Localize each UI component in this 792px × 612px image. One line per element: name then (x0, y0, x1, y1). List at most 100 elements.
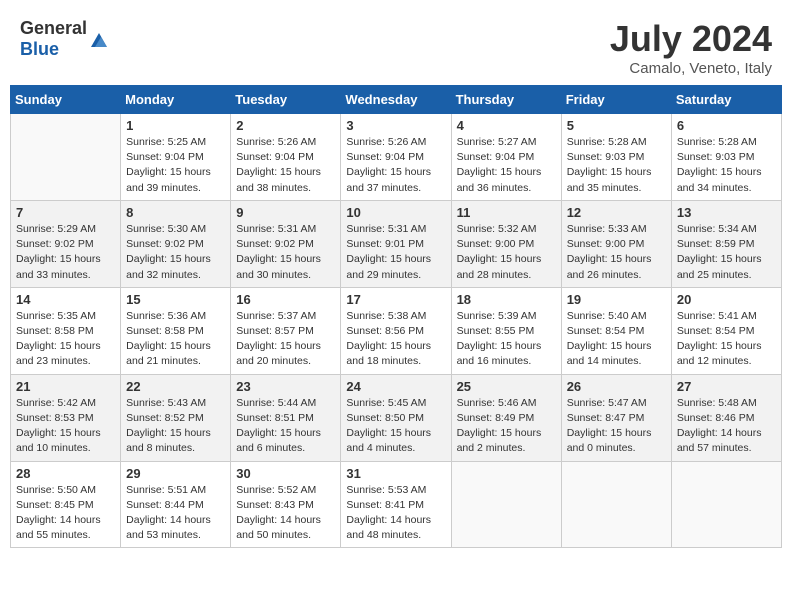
day-info: Sunrise: 5:29 AM Sunset: 9:02 PM Dayligh… (16, 222, 115, 283)
day-info: Sunrise: 5:46 AM Sunset: 8:49 PM Dayligh… (457, 396, 556, 457)
logo: General Blue (20, 18, 109, 60)
day-info: Sunrise: 5:26 AM Sunset: 9:04 PM Dayligh… (346, 135, 445, 196)
calendar-cell: 12Sunrise: 5:33 AM Sunset: 9:00 PM Dayli… (561, 200, 671, 287)
calendar-cell: 24 Sunrise: 5:45 AM Sunset: 8:50 PM Dayli… (341, 374, 451, 461)
day-info: Sunrise: 5:28 AM Sunset: 9:03 PM Dayligh… (567, 135, 666, 196)
calendar-cell: 13Sunrise: 5:34 AM Sunset: 8:59 PM Dayli… (671, 200, 781, 287)
day-number: 2 (236, 118, 335, 133)
day-info: Sunrise: 5:25 AM Sunset: 9:04 PM Dayligh… (126, 135, 225, 196)
day-info: Sunrise: 5:34 AM Sunset: 8:59 PM Dayligh… (677, 222, 776, 283)
day-number: 11 (457, 205, 556, 220)
day-number: 25 (457, 379, 556, 394)
weekday-header-saturday: Saturday (671, 86, 781, 114)
calendar-cell: 28 Sunrise: 5:50 AM Sunset: 8:45 PM Dayli… (11, 461, 121, 548)
day-number: 14 (16, 292, 115, 307)
day-info: Sunrise: 5:35 AM Sunset: 8:58 PM Dayligh… (16, 309, 115, 370)
calendar-cell (561, 461, 671, 548)
day-number: 22 (126, 379, 225, 394)
weekday-header-tuesday: Tuesday (231, 86, 341, 114)
calendar-cell: 31Sunrise: 5:53 AM Sunset: 8:41 PM Dayli… (341, 461, 451, 548)
calendar-cell: 11 Sunrise: 5:32 AM Sunset: 9:00 PM Dayli… (451, 200, 561, 287)
day-info: Sunrise: 5:47 AM Sunset: 8:47 PM Dayligh… (567, 396, 666, 457)
day-number: 15 (126, 292, 225, 307)
calendar-cell: 26 Sunrise: 5:47 AM Sunset: 8:47 PM Dayli… (561, 374, 671, 461)
calendar-week-row: 14 Sunrise: 5:35 AM Sunset: 8:58 PM Dayli… (11, 287, 782, 374)
calendar-cell: 2 Sunrise: 5:26 AM Sunset: 9:04 PM Daylig… (231, 114, 341, 201)
calendar-cell: 17 Sunrise: 5:38 AM Sunset: 8:56 PM Dayli… (341, 287, 451, 374)
calendar-week-row: 21 Sunrise: 5:42 AM Sunset: 8:53 PM Dayli… (11, 374, 782, 461)
calendar-cell: 9Sunrise: 5:31 AM Sunset: 9:02 PM Daylig… (231, 200, 341, 287)
day-info: Sunrise: 5:42 AM Sunset: 8:53 PM Dayligh… (16, 396, 115, 457)
day-info: Sunrise: 5:41 AM Sunset: 8:54 PM Dayligh… (677, 309, 776, 370)
day-number: 29 (126, 466, 225, 481)
day-info: Sunrise: 5:26 AM Sunset: 9:04 PM Dayligh… (236, 135, 335, 196)
month-title: July 2024 (610, 18, 772, 60)
calendar-table: SundayMondayTuesdayWednesdayThursdayFrid… (10, 85, 782, 548)
day-number: 12 (567, 205, 666, 220)
calendar-cell (451, 461, 561, 548)
day-number: 17 (346, 292, 445, 307)
day-info: Sunrise: 5:38 AM Sunset: 8:56 PM Dayligh… (346, 309, 445, 370)
day-info: Sunrise: 5:40 AM Sunset: 8:54 PM Dayligh… (567, 309, 666, 370)
page-header: General Blue July 2024 Camalo, Veneto, I… (10, 10, 782, 81)
weekday-header-monday: Monday (121, 86, 231, 114)
calendar-cell: 7 Sunrise: 5:29 AM Sunset: 9:02 PM Daylig… (11, 200, 121, 287)
day-number: 8 (126, 205, 225, 220)
day-number: 21 (16, 379, 115, 394)
day-number: 3 (346, 118, 445, 133)
calendar-cell: 25 Sunrise: 5:46 AM Sunset: 8:49 PM Dayli… (451, 374, 561, 461)
day-number: 6 (677, 118, 776, 133)
weekday-header-thursday: Thursday (451, 86, 561, 114)
day-info: Sunrise: 5:52 AM Sunset: 8:43 PM Dayligh… (236, 483, 335, 544)
day-number: 26 (567, 379, 666, 394)
day-number: 18 (457, 292, 556, 307)
weekday-header-friday: Friday (561, 86, 671, 114)
calendar-week-row: 7 Sunrise: 5:29 AM Sunset: 9:02 PM Daylig… (11, 200, 782, 287)
day-number: 23 (236, 379, 335, 394)
day-info: Sunrise: 5:28 AM Sunset: 9:03 PM Dayligh… (677, 135, 776, 196)
calendar-cell: 4 Sunrise: 5:27 AM Sunset: 9:04 PM Daylig… (451, 114, 561, 201)
calendar-cell (11, 114, 121, 201)
calendar-cell: 6 Sunrise: 5:28 AM Sunset: 9:03 PM Daylig… (671, 114, 781, 201)
day-number: 4 (457, 118, 556, 133)
calendar-cell: 21 Sunrise: 5:42 AM Sunset: 8:53 PM Dayli… (11, 374, 121, 461)
calendar-cell: 30 Sunrise: 5:52 AM Sunset: 8:43 PM Dayli… (231, 461, 341, 548)
day-number: 5 (567, 118, 666, 133)
day-info: Sunrise: 5:37 AM Sunset: 8:57 PM Dayligh… (236, 309, 335, 370)
calendar-cell: 10Sunrise: 5:31 AM Sunset: 9:01 PM Dayli… (341, 200, 451, 287)
day-number: 9 (236, 205, 335, 220)
day-info: Sunrise: 5:27 AM Sunset: 9:04 PM Dayligh… (457, 135, 556, 196)
day-info: Sunrise: 5:50 AM Sunset: 8:45 PM Dayligh… (16, 483, 115, 544)
day-info: Sunrise: 5:43 AM Sunset: 8:52 PM Dayligh… (126, 396, 225, 457)
day-number: 7 (16, 205, 115, 220)
logo-icon (89, 29, 109, 49)
weekday-header-wednesday: Wednesday (341, 86, 451, 114)
day-number: 28 (16, 466, 115, 481)
calendar-cell: 18Sunrise: 5:39 AM Sunset: 8:55 PM Dayli… (451, 287, 561, 374)
calendar-cell: 5 Sunrise: 5:28 AM Sunset: 9:03 PM Daylig… (561, 114, 671, 201)
calendar-week-row: 28 Sunrise: 5:50 AM Sunset: 8:45 PM Dayli… (11, 461, 782, 548)
day-number: 30 (236, 466, 335, 481)
day-number: 20 (677, 292, 776, 307)
day-number: 27 (677, 379, 776, 394)
weekday-header-row: SundayMondayTuesdayWednesdayThursdayFrid… (11, 86, 782, 114)
calendar-cell: 22 Sunrise: 5:43 AM Sunset: 8:52 PM Dayli… (121, 374, 231, 461)
day-info: Sunrise: 5:32 AM Sunset: 9:00 PM Dayligh… (457, 222, 556, 283)
day-info: Sunrise: 5:45 AM Sunset: 8:50 PM Dayligh… (346, 396, 445, 457)
calendar-cell: 8 Sunrise: 5:30 AM Sunset: 9:02 PM Daylig… (121, 200, 231, 287)
day-info: Sunrise: 5:48 AM Sunset: 8:46 PM Dayligh… (677, 396, 776, 457)
day-info: Sunrise: 5:31 AM Sunset: 9:01 PM Dayligh… (346, 222, 445, 283)
calendar-cell (671, 461, 781, 548)
calendar-cell: 23Sunrise: 5:44 AM Sunset: 8:51 PM Dayli… (231, 374, 341, 461)
calendar-cell: 27 Sunrise: 5:48 AM Sunset: 8:46 PM Dayli… (671, 374, 781, 461)
day-info: Sunrise: 5:36 AM Sunset: 8:58 PM Dayligh… (126, 309, 225, 370)
day-number: 31 (346, 466, 445, 481)
day-info: Sunrise: 5:30 AM Sunset: 9:02 PM Dayligh… (126, 222, 225, 283)
logo-text: General Blue (20, 18, 87, 60)
day-number: 16 (236, 292, 335, 307)
calendar-cell: 15 Sunrise: 5:36 AM Sunset: 8:58 PM Dayli… (121, 287, 231, 374)
location-subtitle: Camalo, Veneto, Italy (610, 60, 772, 77)
day-info: Sunrise: 5:51 AM Sunset: 8:44 PM Dayligh… (126, 483, 225, 544)
weekday-header-sunday: Sunday (11, 86, 121, 114)
day-number: 24 (346, 379, 445, 394)
